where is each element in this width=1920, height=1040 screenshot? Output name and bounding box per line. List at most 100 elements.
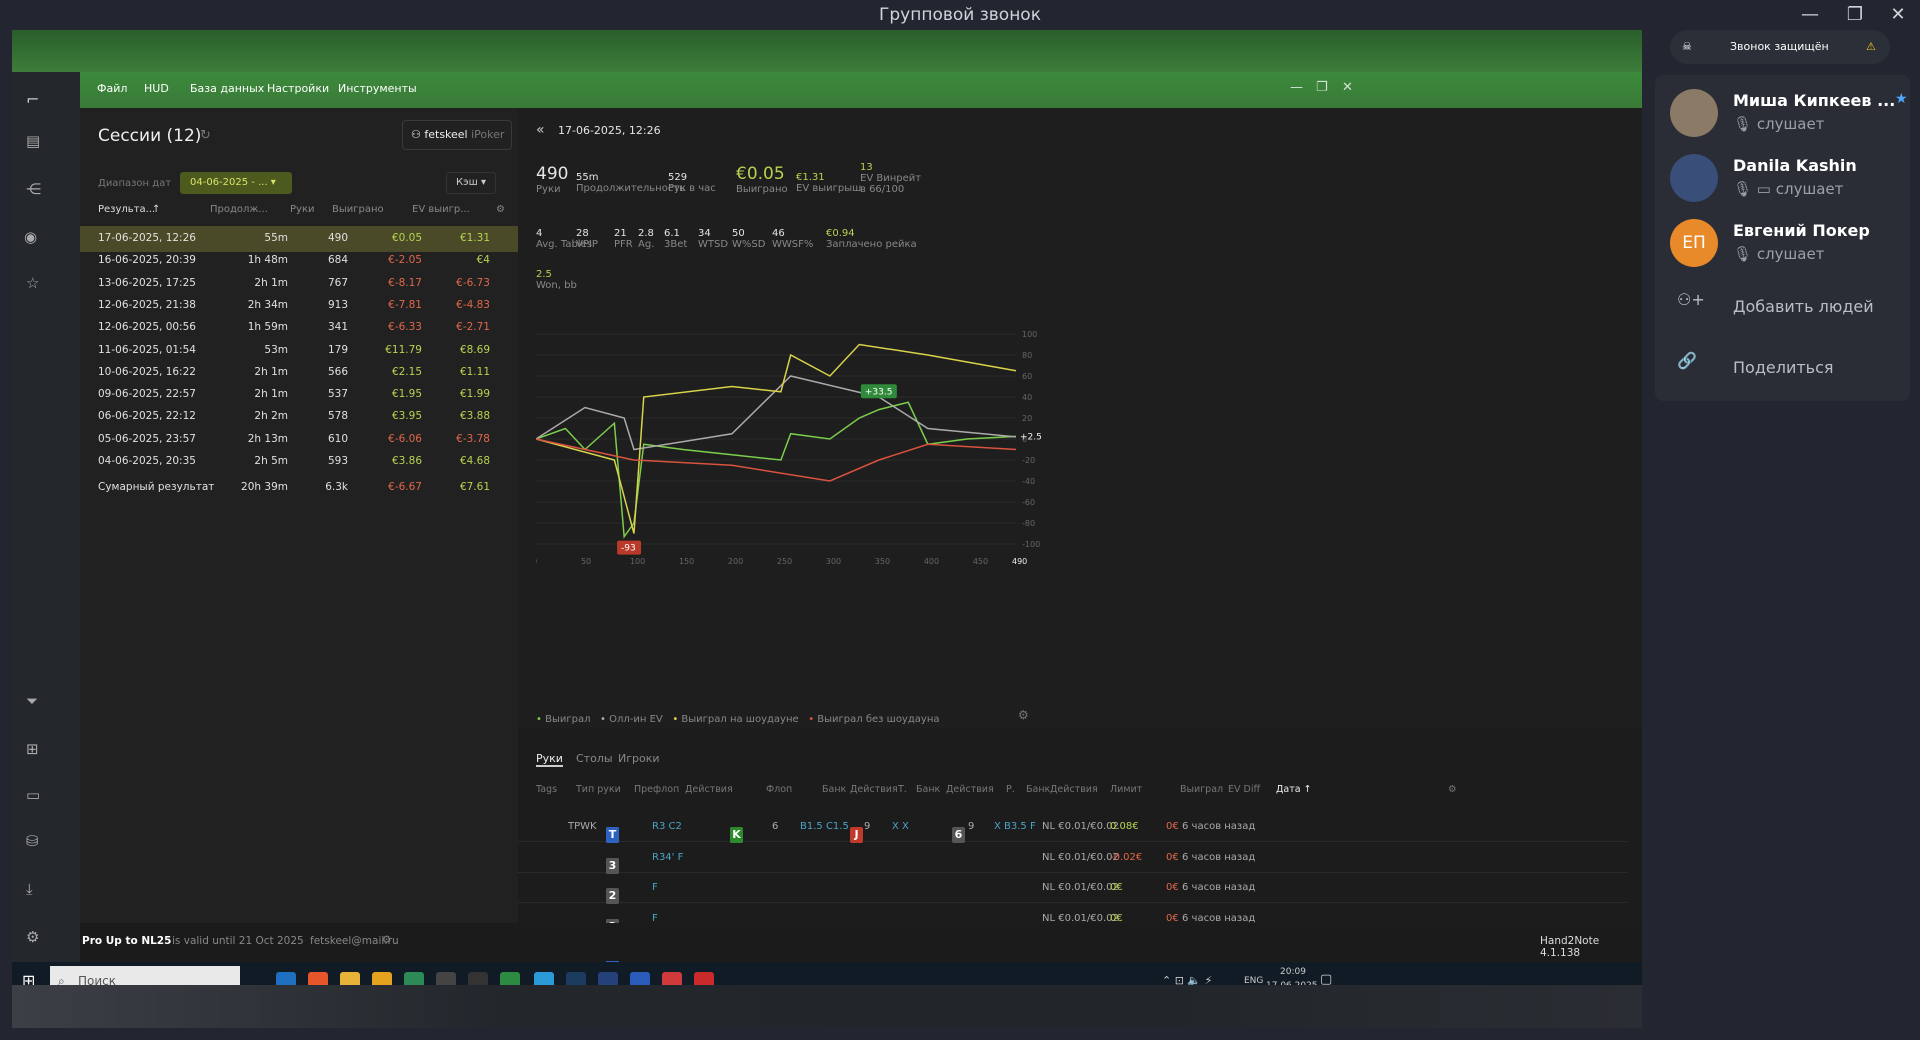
- close-icon[interactable]: ✕: [1878, 0, 1918, 30]
- hand-col-header[interactable]: Выиграл: [1180, 784, 1223, 795]
- session-cell: 10-06-2025, 16:22: [98, 365, 196, 378]
- live-icon[interactable]: ◉: [24, 228, 37, 246]
- star-icon[interactable]: ☆: [26, 274, 39, 292]
- cash-select[interactable]: Кэш ▾: [446, 172, 496, 194]
- columns-settings-icon[interactable]: ⚙: [496, 204, 505, 215]
- hand-col-header[interactable]: Tags: [536, 784, 557, 795]
- col-duration[interactable]: Продолж...: [210, 204, 268, 215]
- session-row[interactable]: 04-06-2025, 20:35 2h 5m 593 €3.86 €4.68: [80, 449, 518, 475]
- minimize-icon[interactable]: —: [1790, 0, 1830, 30]
- session-cell: 09-06-2025, 22:57: [98, 388, 196, 401]
- participant-name: Миша Кипкеев ...: [1733, 91, 1896, 110]
- filter-icon[interactable]: ⏷: [26, 692, 38, 710]
- user-button[interactable]: ⚇ fetskeel iPoker: [402, 120, 512, 150]
- download-icon[interactable]: ⤓: [26, 880, 33, 898]
- settings-icon[interactable]: ⚙: [26, 928, 39, 946]
- participant-1[interactable]: Миша Кипкеев ... ★ 🎙 слушает: [1670, 85, 1910, 141]
- x-tick-label: 350: [875, 557, 890, 566]
- col-won[interactable]: Выиграно: [332, 204, 384, 215]
- hand-col-header[interactable]: Действия: [1050, 784, 1098, 795]
- hand-col-header[interactable]: Банк: [1026, 784, 1050, 795]
- date-range-label: Диапазон дат: [98, 178, 172, 189]
- x-tick-label: 450: [973, 557, 988, 566]
- total-cell: 20h 39m: [241, 481, 288, 494]
- hand-col-header[interactable]: Действия: [685, 784, 733, 795]
- menu-hud[interactable]: HUD: [144, 82, 169, 95]
- license-name: Pro Up to NL25: [82, 935, 172, 947]
- avatar: ЕП: [1670, 219, 1718, 267]
- col-result[interactable]: Результа...: [98, 204, 155, 215]
- hand-row[interactable]: 63R34' FNL €0.01/€0.02-0.02€0€6 часов на…: [518, 843, 1628, 874]
- hand-col-header[interactable]: Р.: [1006, 784, 1015, 795]
- tab-hands[interactable]: Руки: [536, 752, 563, 767]
- hands-settings-icon[interactable]: ⚙: [1448, 784, 1457, 795]
- hand-row[interactable]: TPWKKTR3 C238K6B1.5 C1.5J9X X69X B3.5 FN…: [518, 812, 1628, 843]
- col-hands[interactable]: Руки: [290, 204, 315, 215]
- turn-action: X X: [892, 821, 909, 832]
- logo-icon[interactable]: ⌐: [26, 90, 39, 109]
- results-chart: 100806040200-20-40-60-80-100050100150200…: [536, 330, 1042, 566]
- hand-col-header[interactable]: Банк: [822, 784, 846, 795]
- menu-file[interactable]: Файл: [97, 82, 127, 95]
- window-title: Групповой звонок: [0, 0, 1920, 30]
- hand-col-header[interactable]: Префлоп: [634, 784, 679, 795]
- app-minimize-icon[interactable]: —: [1290, 80, 1303, 95]
- add-people-button[interactable]: Добавить людей: [1733, 297, 1874, 316]
- hand-date: 6 часов назад: [1182, 851, 1256, 863]
- playing-card: 6: [952, 827, 965, 843]
- tab-tables[interactable]: Столы: [576, 752, 613, 765]
- hand-col-header[interactable]: Банк: [916, 784, 940, 795]
- app-close-icon[interactable]: ✕: [1342, 80, 1353, 95]
- participant-2[interactable]: Danila Kashin 🎙 ▭ слушает: [1670, 150, 1910, 206]
- window-icon[interactable]: ▭: [26, 786, 40, 804]
- session-stat: 34 WTSD: [698, 228, 729, 250]
- session-cell: 06-06-2025, 22:12: [98, 410, 196, 423]
- link-icon[interactable]: 🔗: [1677, 351, 1697, 370]
- tab-players[interactable]: Игроки: [618, 752, 660, 765]
- hand-col-header[interactable]: Дата ↑: [1276, 784, 1312, 795]
- chart-settings-icon[interactable]: ⚙: [1018, 708, 1029, 722]
- session-cell: 12-06-2025, 21:38: [98, 298, 196, 311]
- session-cell: 13-06-2025, 17:25: [98, 276, 196, 289]
- refresh-icon[interactable]: ↻: [200, 128, 211, 143]
- menu-settings[interactable]: Настройки: [267, 82, 329, 95]
- hand-row[interactable]: 52FNL €0.01/€0.020€0€6 часов назад: [518, 873, 1628, 905]
- hand-col-header[interactable]: Тип руки: [576, 784, 621, 795]
- app-restore-icon[interactable]: ❐: [1316, 80, 1328, 95]
- hand-col-header[interactable]: Флоп: [766, 784, 792, 795]
- restore-icon[interactable]: ❐: [1835, 0, 1875, 30]
- hand-col-header[interactable]: Действия: [946, 784, 994, 795]
- limit: NL €0.01/€0.02: [1042, 882, 1119, 894]
- account-settings-icon[interactable]: ⚙: [382, 934, 391, 946]
- hand-col-header[interactable]: Т.: [898, 784, 907, 795]
- session-cell: €-6.33: [388, 321, 422, 334]
- back-icon[interactable]: «: [536, 122, 545, 138]
- share-icon[interactable]: ⋲: [26, 180, 41, 198]
- session-cell: €-4.83: [456, 298, 490, 311]
- share-button[interactable]: Поделиться: [1733, 358, 1834, 377]
- cash-label: Кэш: [456, 177, 478, 188]
- date-range-select[interactable]: 04-06-2025 - ... ▾: [180, 172, 292, 194]
- hand-col-header[interactable]: EV Diff: [1228, 784, 1260, 795]
- user-icon: ⚇: [411, 128, 425, 141]
- menu-tools[interactable]: Инструменты: [338, 82, 417, 95]
- add-person-icon[interactable]: ⚇+: [1677, 290, 1705, 309]
- col-ev[interactable]: EV выигр...: [412, 204, 470, 215]
- session-cell: €-3.78: [456, 432, 490, 445]
- clock-time[interactable]: 20:09: [1280, 967, 1306, 977]
- y-tick-label: -100: [1022, 540, 1040, 549]
- preflop-action: R3 C2: [652, 821, 682, 832]
- won-bb-stat: 2.5 Won, bb: [536, 269, 577, 291]
- session-stat: 490 Руки: [536, 164, 569, 195]
- hand-col-header[interactable]: Лимит: [1110, 784, 1142, 795]
- session-cell: 53m: [264, 343, 288, 356]
- grid-icon[interactable]: ⊞: [26, 740, 39, 758]
- y-tick-label: 60: [1022, 372, 1032, 381]
- blurred-area: [12, 985, 1642, 1028]
- participant-3[interactable]: ЕП Евгений Покер 🎙 слушает: [1670, 215, 1910, 271]
- menu-database[interactable]: База данных: [190, 82, 264, 95]
- hand-col-header[interactable]: Действия: [850, 784, 898, 795]
- doc-icon[interactable]: ▤: [26, 132, 40, 150]
- participant-status: 🎙 слушает: [1733, 245, 1825, 263]
- database-icon[interactable]: ⛁: [26, 832, 39, 850]
